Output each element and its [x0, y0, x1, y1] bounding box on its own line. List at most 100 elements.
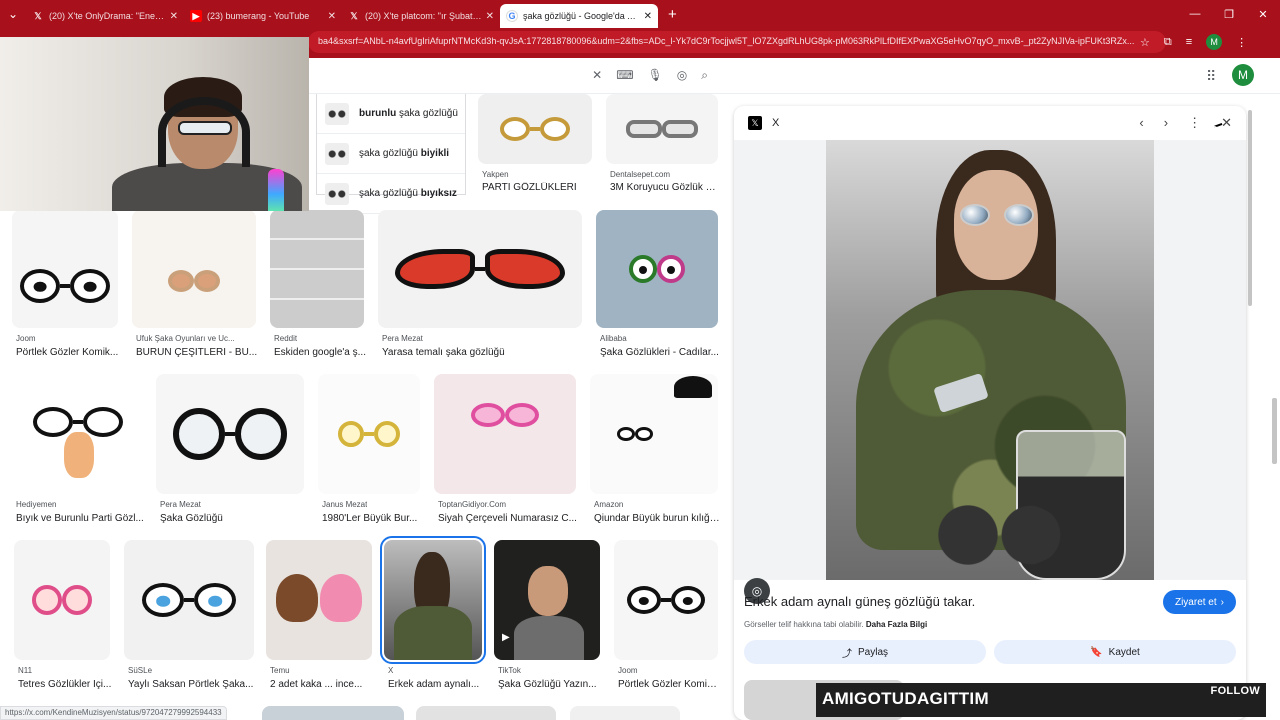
result-title: BURUN ÇEŞİTLERİ - BU... — [136, 347, 258, 358]
share-label: Paylaş — [857, 646, 888, 658]
tab-onlydrama[interactable]: 𝕏 (20) X'te OnlyDrama: "Enes Bat ✕ — [26, 4, 184, 28]
image-result[interactable]: Dentalsepet.com 3M Koruyucu Gözlük Ş... — [606, 94, 720, 204]
result-title: Yarasa temalı şaka gözlüğü — [382, 347, 505, 358]
tab-label: (23) bumerang - YouTube — [207, 11, 310, 21]
result-title: Şaka Gözlüğü — [160, 513, 223, 524]
close-tab-icon[interactable]: ✕ — [328, 11, 336, 22]
result-thumbnail — [156, 374, 304, 494]
image-result[interactable]: Hediyemen Bıyık ve Burunlu Parti Gözl... — [12, 374, 148, 524]
image-result[interactable]: Pera Mezat Şaka Gözlüğü — [156, 374, 308, 524]
close-tab-icon[interactable]: ✕ — [170, 11, 178, 22]
keyboard-icon[interactable]: ⌨ — [616, 68, 633, 83]
nose-shape — [64, 432, 94, 478]
copyright-notice: Görseller telif hakkına tabi olabilir. D… — [744, 620, 927, 629]
result-title: 1980'Ler Büyük Bur... — [322, 513, 418, 524]
google-icon: G — [506, 10, 518, 22]
panel-scrollbar[interactable] — [1248, 110, 1252, 306]
browser-menu-icon[interactable]: ⋮ — [1236, 36, 1247, 49]
image-result[interactable]: Joom Pörtlek Gözler Komik... — [614, 540, 720, 690]
image-result[interactable]: N11 Tetres Gözlükler İçi... — [14, 540, 114, 690]
image-result[interactable]: Pera Mezat Yarasa temalı şaka gözlüğü — [378, 210, 584, 360]
result-title: Bıyık ve Burunlu Parti Gözl... — [16, 513, 144, 524]
suggestion-bold-text: burunlu — [359, 108, 397, 119]
suggestion-item[interactable]: şaka gözlüğü biyikli — [317, 134, 465, 174]
image-result[interactable]: Amazon Qiundar Büyük burun kılığı... — [590, 374, 720, 524]
result-thumbnail — [14, 540, 110, 660]
url-field[interactable]: ba4&sxsrf=ANbL-n4avfUgIriAfuprNTMcKd3h-q… — [308, 31, 1166, 53]
tab-search-chevron-icon[interactable]: ⌄ — [0, 0, 26, 28]
google-account-avatar[interactable]: M — [1232, 64, 1254, 86]
panel-source[interactable]: X — [772, 117, 779, 129]
minimize-icon[interactable]: — — [1178, 8, 1212, 21]
search-controls: ✕ ⌨ 🎙 ◎ ⌕ — [592, 68, 708, 83]
image-result[interactable]: Yakpen PARTİ GÖZLÜKLERİ — [478, 94, 596, 204]
image-result[interactable]: Alibaba Şaka Gözlükleri - Cadılar... — [596, 210, 720, 360]
next-icon[interactable]: › — [1164, 115, 1168, 131]
suggestion-item[interactable]: burunlu şaka gözlüğü — [317, 94, 465, 134]
image-result[interactable]: Joom Pörtlek Gözler Komik... — [12, 210, 124, 360]
image-result[interactable]: Temu 2 adet kaka ... ince... — [266, 540, 374, 690]
image-result-partial[interactable] — [262, 706, 404, 720]
previous-icon[interactable]: ‹ — [1139, 115, 1143, 131]
search-box[interactable]: ✕ ⌨ 🎙 ◎ ⌕ — [308, 63, 712, 89]
visit-button[interactable]: Ziyaret et › — [1162, 590, 1236, 614]
result-source: Joom — [16, 334, 36, 343]
visit-label: Ziyaret et — [1174, 596, 1217, 608]
result-thumbnail — [12, 374, 144, 494]
tab-youtube[interactable]: ▶ (23) bumerang - YouTube ✕ — [184, 4, 342, 28]
result-title: Tetres Gözlükler İçi... — [18, 679, 112, 690]
microphone-icon[interactable]: 🎙 — [648, 68, 663, 83]
image-result[interactable]: Janus Mezat 1980'Ler Büyük Bur... — [318, 374, 422, 524]
suggestion-item[interactable]: şaka gözlüğü bıyıksız — [317, 174, 465, 214]
share-button[interactable]: ⤴ Paylaş — [744, 640, 986, 664]
result-thumbnail — [606, 94, 718, 164]
image-result[interactable]: ToptanGidiyor.Com Siyah Çerçeveli Numara… — [434, 374, 578, 524]
save-button[interactable]: 🔖 Kaydet — [994, 640, 1236, 664]
search-icon[interactable]: ⌕ — [701, 68, 708, 83]
image-result-partial[interactable] — [570, 706, 680, 720]
close-window-icon[interactable]: ✕ — [1246, 8, 1280, 21]
maximize-icon[interactable]: ❐ — [1212, 8, 1246, 21]
result-thumbnail: ▶ — [494, 540, 600, 660]
image-result[interactable]: SüSLe Yaylı Saksan Pörtlek Şaka... — [124, 540, 256, 690]
result-source: Amazon — [594, 500, 624, 509]
result-thumbnail — [132, 210, 256, 328]
close-tab-icon[interactable]: ✕ — [644, 11, 652, 22]
new-tab-icon[interactable]: + — [668, 6, 677, 23]
image-result-partial[interactable] — [416, 706, 556, 720]
result-source: Pera Mezat — [160, 500, 201, 509]
bookmark-star-icon[interactable]: ☆ — [1140, 36, 1150, 49]
image-preview-panel: 𝕏 X ‹ › ⋮ ✕ ◎ Erkek adam aynalı güneş gö… — [734, 106, 1246, 720]
tab-platcom[interactable]: 𝕏 (20) X'te platcom: "ır Şubat ay ✕ — [342, 4, 500, 28]
result-title: PARTİ GÖZLÜKLERİ — [482, 182, 577, 193]
lens-search-icon[interactable]: ◎ — [677, 68, 687, 83]
google-apps-icon[interactable]: ⠿ — [1206, 68, 1216, 85]
profile-avatar[interactable]: M — [1206, 34, 1223, 50]
result-source: Reddit — [274, 334, 298, 343]
result-title: Siyah Çerçeveli Numarasız C... — [438, 513, 577, 524]
result-thumbnail — [434, 374, 576, 494]
person-jacket — [394, 606, 472, 660]
chevron-right-icon: › — [1220, 596, 1224, 608]
tab-label: (20) X'te platcom: "ır Şubat ay — [365, 11, 482, 21]
result-thumbnail — [124, 540, 254, 660]
suggestion-text: şaka gözlüğü — [359, 188, 421, 199]
result-source: Hediyemen — [16, 500, 57, 509]
image-result-selected[interactable]: X Erkek adam aynalı... — [380, 536, 486, 690]
preview-image-area[interactable]: ◎ — [734, 140, 1246, 604]
media-control-icon[interactable]: ≡ — [1186, 36, 1192, 48]
image-result[interactable]: Ufuk Şaka Oyunları ve Uc... BURUN ÇEŞİTL… — [132, 210, 258, 360]
close-tab-icon[interactable]: ✕ — [486, 11, 494, 22]
image-result[interactable]: Reddit Eskiden google'a ş... — [270, 210, 366, 360]
image-result[interactable]: ▶ TikTok Şaka Gözlüğü Yazın... — [494, 540, 604, 690]
more-options-icon[interactable]: ⋮ — [1188, 115, 1201, 131]
result-title: Qiundar Büyük burun kılığı... — [594, 513, 720, 524]
extensions-icon[interactable]: ⧉ — [1164, 36, 1172, 49]
page-scrollbar[interactable] — [1272, 398, 1277, 464]
learn-more-link[interactable]: Daha Fazla Bilgi — [866, 620, 927, 629]
result-title: Pörtlek Gözler Komik... — [618, 679, 720, 690]
clear-search-icon[interactable]: ✕ — [592, 68, 602, 83]
result-thumbnail — [318, 374, 420, 494]
tab-google-search[interactable]: G şaka gözlüğü - Google'da Ara ✕ — [500, 4, 658, 28]
poop-glasses-pink — [320, 574, 362, 622]
